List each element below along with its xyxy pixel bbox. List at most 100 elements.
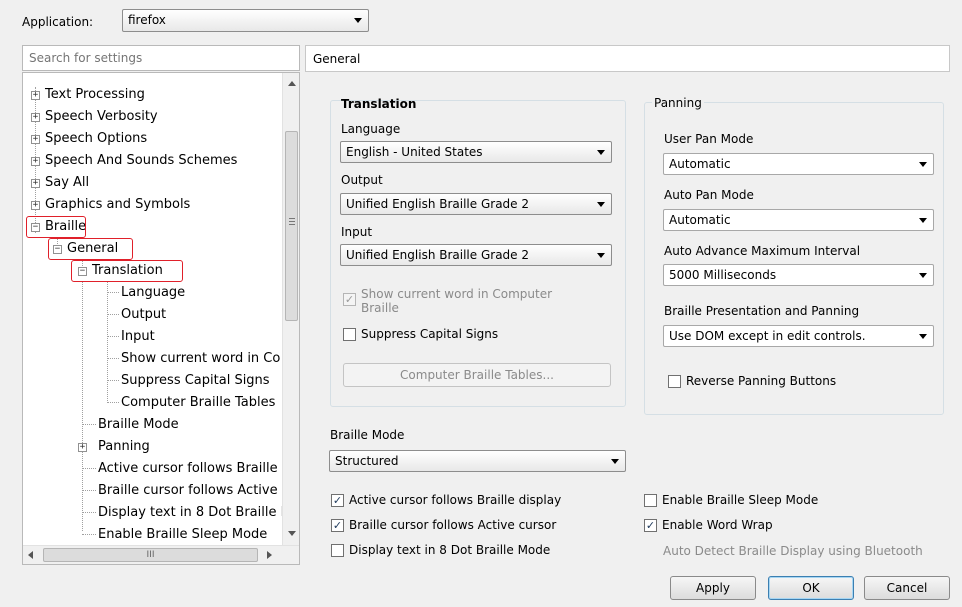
suppress-capital-signs-checkbox[interactable]: Suppress Capital Signs: [343, 327, 498, 341]
bluetooth-label: Auto Detect Braille Display using Blueto…: [663, 544, 923, 558]
translation-title: Translation: [341, 97, 417, 111]
presentation-label: Braille Presentation and Panning: [664, 304, 860, 318]
tree-item-sleep-mode[interactable]: Enable Braille Sleep Mode: [98, 525, 267, 545]
input-select[interactable]: Unified English Braille Grade 2: [340, 244, 612, 266]
tree-item-braille-cursor[interactable]: Braille cursor follows Active: [98, 481, 278, 501]
presentation-select[interactable]: Use DOM except in edit controls.: [663, 325, 934, 347]
word-wrap-label: Enable Word Wrap: [662, 518, 773, 532]
braille-mode-value: Structured: [335, 454, 399, 468]
auto-pan-mode-label: Auto Pan Mode: [664, 188, 754, 202]
word-wrap-checkbox[interactable]: ✓ Enable Word Wrap: [644, 518, 773, 532]
expand-icon[interactable]: +: [31, 113, 40, 122]
tree-item-speech-options[interactable]: Speech Options: [45, 129, 147, 149]
reverse-panning-checkbox[interactable]: Reverse Panning Buttons: [668, 374, 836, 388]
tree-item-language[interactable]: Language: [121, 283, 185, 303]
braille-mode-label: Braille Mode: [330, 428, 405, 442]
input-value: Unified English Braille Grade 2: [346, 248, 529, 262]
show-current-word-line2: Braille: [361, 301, 399, 315]
tree-item-output[interactable]: Output: [121, 305, 166, 325]
computer-braille-tables-button[interactable]: Computer Braille Tables...: [343, 363, 611, 387]
checkbox-box: [331, 543, 344, 557]
tree-item-speech-sounds-schemes[interactable]: Speech And Sounds Schemes: [45, 151, 237, 171]
reverse-panning-label: Reverse Panning Buttons: [686, 374, 837, 388]
cancel-button[interactable]: Cancel: [864, 576, 950, 600]
highlight-translation: [71, 260, 183, 282]
tree-hscroll-thumb[interactable]: III: [43, 548, 258, 562]
chevron-down-icon: [597, 253, 605, 258]
expand-icon[interactable]: +: [78, 443, 87, 452]
show-current-word-checkbox[interactable]: ✓ Show current word in Computer Braille: [343, 287, 552, 315]
user-pan-mode-label: User Pan Mode: [664, 132, 754, 146]
expand-icon[interactable]: +: [31, 179, 40, 188]
tree-item-computer-braille-tables[interactable]: Computer Braille Tables: [121, 393, 275, 413]
hscroll-grip: III: [146, 550, 155, 560]
tree-item-eight-dot[interactable]: Display text in 8 Dot Braille M: [98, 503, 292, 523]
chevron-down-icon: [354, 18, 362, 23]
auto-advance-label: Auto Advance Maximum Interval: [664, 244, 861, 258]
highlight-general: [48, 238, 133, 260]
tree-item-active-cursor[interactable]: Active cursor follows Braille: [98, 459, 278, 479]
active-cursor-label: Active cursor follows Braille display: [349, 493, 562, 507]
tree-item-input[interactable]: Input: [121, 327, 155, 347]
chevron-down-icon: [919, 218, 927, 223]
tree-item-text-processing[interactable]: Text Processing: [45, 85, 145, 105]
check-icon: ✓: [644, 518, 657, 532]
output-select[interactable]: Unified English Braille Grade 2: [340, 193, 612, 215]
settings-tree: + Text Processing + Speech Verbosity + S…: [22, 72, 300, 565]
output-value: Unified English Braille Grade 2: [346, 197, 529, 211]
braille-cursor-label: Braille cursor follows Active cursor: [349, 518, 557, 532]
user-pan-mode-value: Automatic: [669, 157, 731, 171]
presentation-value: Use DOM except in edit controls.: [669, 329, 866, 343]
language-label: Language: [341, 122, 401, 136]
tree-item-panning[interactable]: Panning: [98, 437, 150, 457]
scroll-left-icon[interactable]: [28, 551, 33, 559]
panel-header: General: [305, 45, 950, 72]
tree-item-speech-verbosity[interactable]: Speech Verbosity: [45, 107, 158, 127]
auto-pan-mode-select[interactable]: Automatic: [663, 209, 934, 231]
chevron-down-icon: [611, 459, 619, 464]
auto-advance-select[interactable]: 5000 Milliseconds: [663, 264, 934, 286]
chevron-down-icon: [597, 150, 605, 155]
ok-button[interactable]: OK: [768, 576, 854, 600]
eight-dot-checkbox[interactable]: Display text in 8 Dot Braille Mode: [331, 543, 550, 557]
application-value: firefox: [128, 13, 166, 27]
chevron-down-icon: [919, 162, 927, 167]
search-input[interactable]: [22, 45, 300, 71]
user-pan-mode-select[interactable]: Automatic: [663, 153, 934, 175]
sleep-mode-label: Enable Braille Sleep Mode: [662, 493, 819, 507]
tree-item-suppress-capital-signs[interactable]: Suppress Capital Signs: [121, 371, 270, 391]
apply-button[interactable]: Apply: [670, 576, 756, 600]
scroll-down-icon[interactable]: [288, 531, 296, 536]
highlight-braille: [26, 216, 86, 238]
tree-vscroll-thumb[interactable]: [285, 131, 298, 321]
expand-icon[interactable]: +: [31, 201, 40, 210]
expand-icon[interactable]: +: [31, 135, 40, 144]
check-icon: ✓: [331, 518, 344, 532]
expand-icon[interactable]: +: [31, 157, 40, 166]
sleep-mode-checkbox[interactable]: Enable Braille Sleep Mode: [644, 493, 818, 507]
expand-icon[interactable]: +: [31, 91, 40, 100]
eight-dot-label: Display text in 8 Dot Braille Mode: [349, 543, 551, 557]
application-select[interactable]: firefox: [122, 9, 369, 32]
active-cursor-checkbox[interactable]: ✓ Active cursor follows Braille display: [331, 493, 561, 507]
panel-title: General: [313, 52, 361, 66]
checkbox-box: [343, 327, 356, 341]
language-select[interactable]: English - United States: [340, 141, 612, 163]
tree-item-graphics-symbols[interactable]: Graphics and Symbols: [45, 195, 190, 215]
tree-item-say-all[interactable]: Say All: [45, 173, 89, 193]
scroll-up-icon[interactable]: [288, 81, 296, 86]
tree-item-braille-mode[interactable]: Braille Mode: [98, 415, 179, 435]
checkbox-box: [644, 493, 657, 507]
language-value: English - United States: [346, 145, 483, 159]
scroll-right-icon[interactable]: [267, 551, 272, 559]
suppress-capital-signs-label: Suppress Capital Signs: [361, 327, 499, 341]
auto-advance-value: 5000 Milliseconds: [669, 268, 777, 282]
application-label: Application:: [22, 15, 94, 29]
braille-mode-select[interactable]: Structured: [329, 450, 626, 472]
tree-item-show-current-word[interactable]: Show current word in Co: [121, 349, 280, 369]
panning-group: [644, 102, 944, 415]
tree-hscrollbar[interactable]: III: [23, 545, 299, 564]
check-icon: ✓: [343, 293, 356, 306]
tree-vscrollbar[interactable]: [282, 73, 299, 545]
braille-cursor-checkbox[interactable]: ✓ Braille cursor follows Active cursor: [331, 518, 556, 532]
